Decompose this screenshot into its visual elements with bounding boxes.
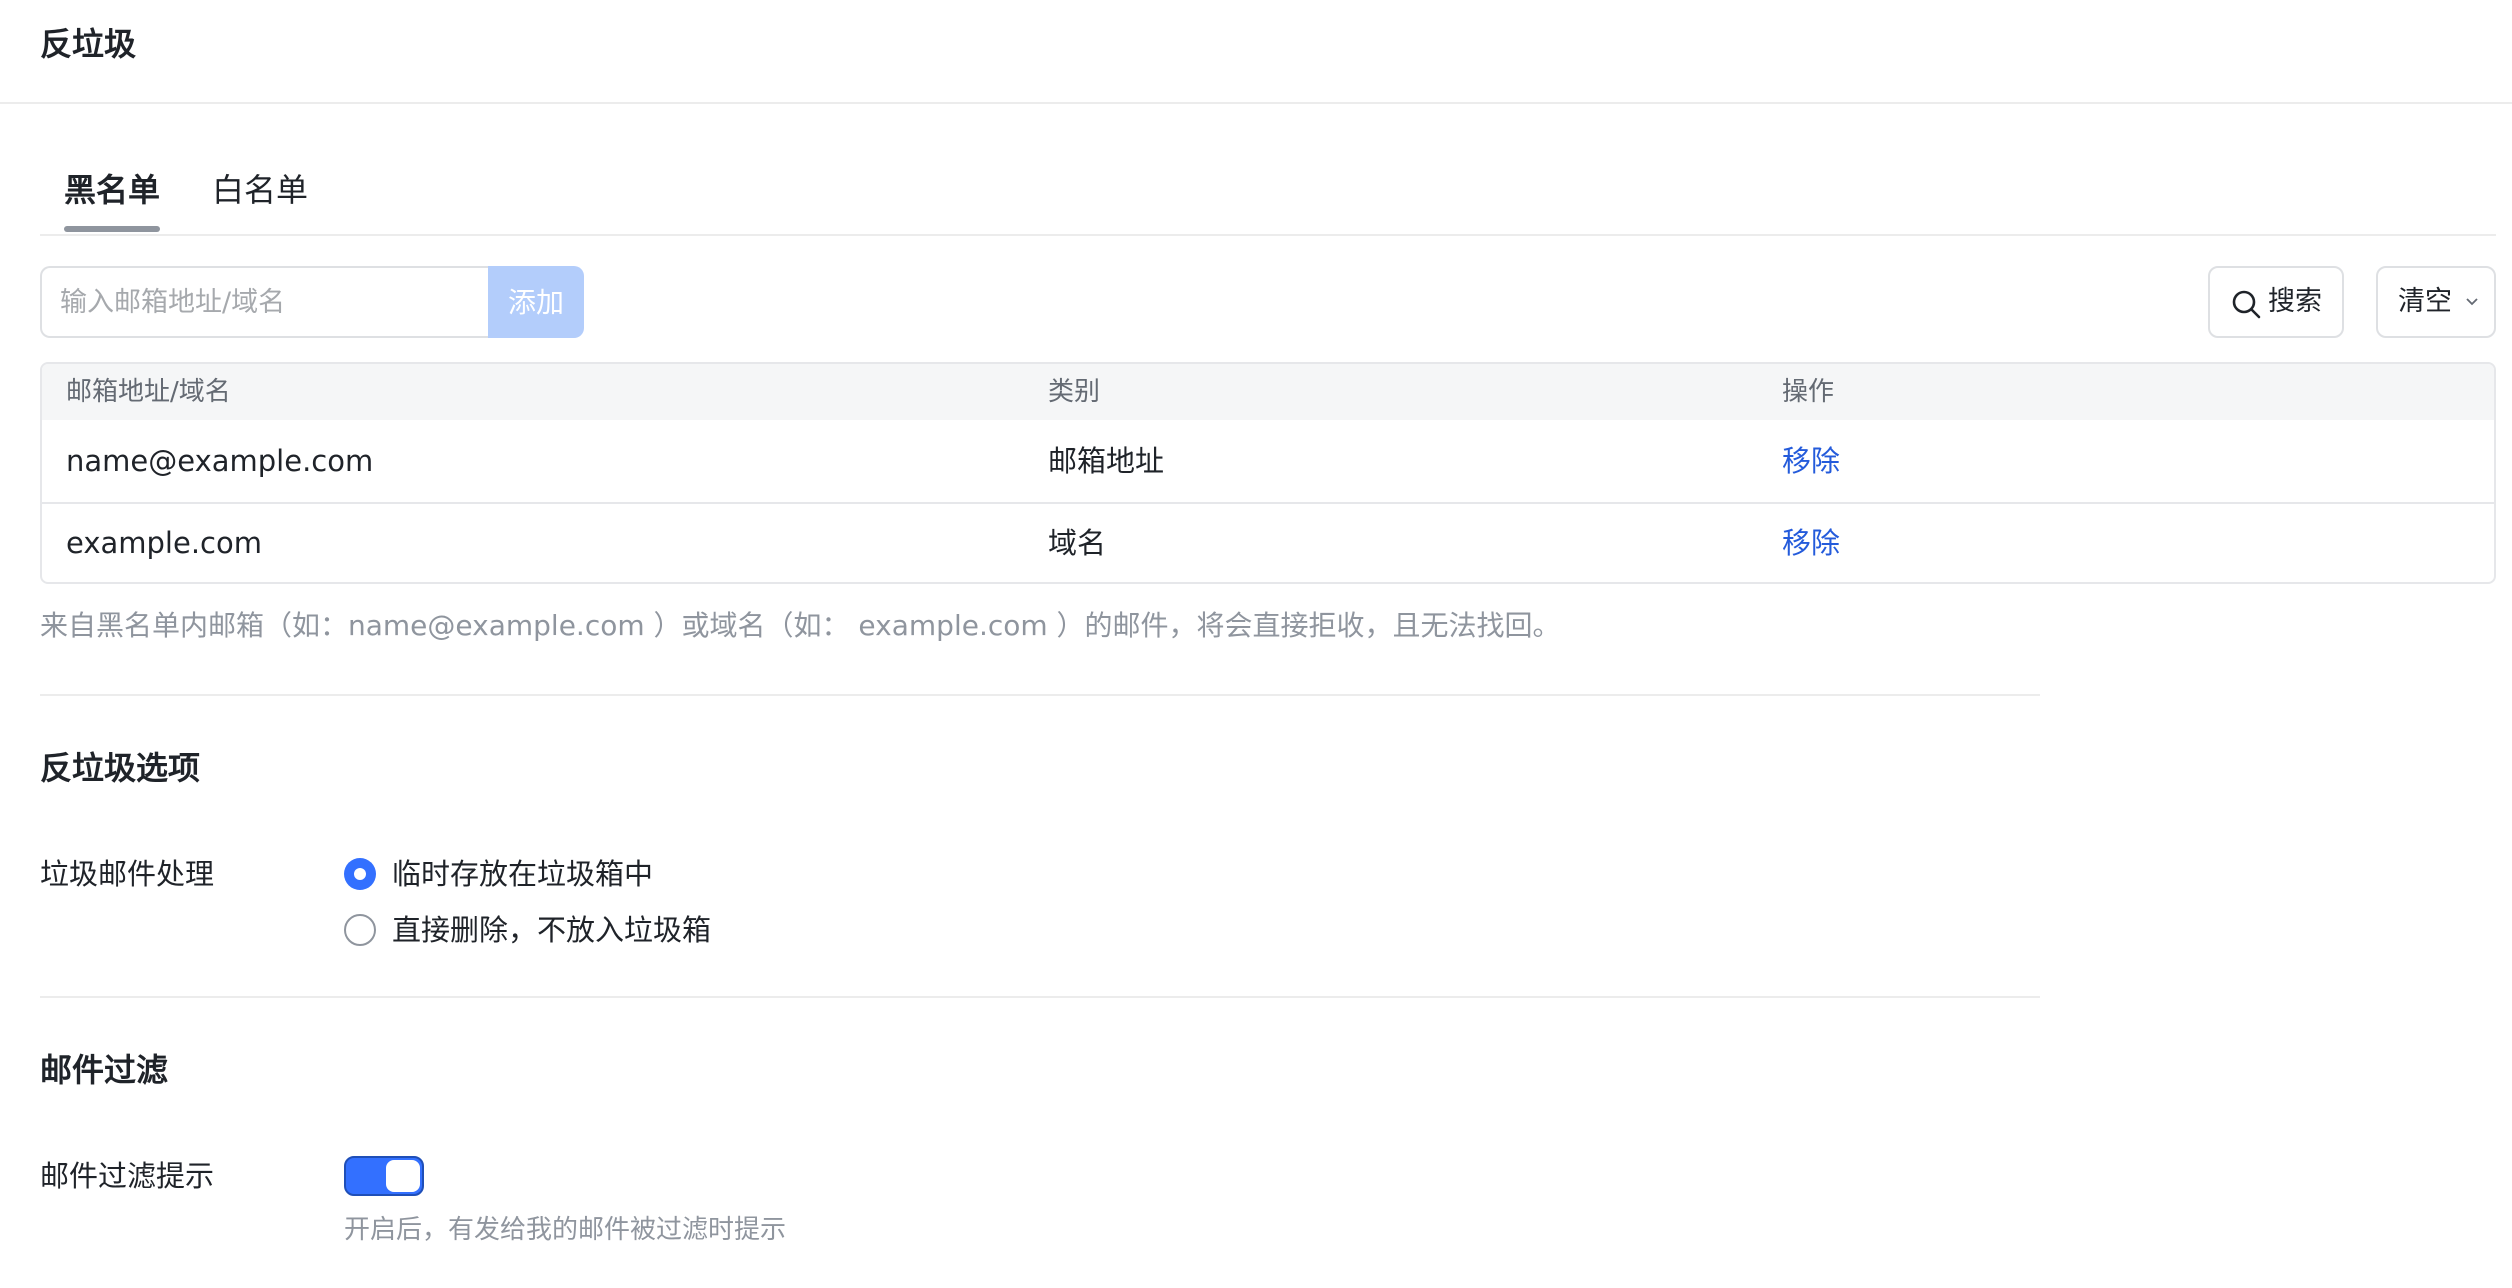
blacklist-hint: 来自黑名单内邮箱（如：name@example.com ）或域名（如： exam… <box>40 609 1561 642</box>
search-button[interactable]: 搜索 <box>2208 266 2344 338</box>
row-type: 邮箱地址 <box>1048 444 1165 478</box>
tab-blacklist[interactable]: 黑名单 <box>64 168 160 212</box>
section-divider <box>40 996 2040 998</box>
blacklist-table: 邮箱地址/域名 类别 操作 name@example.com 邮箱地址 移除 e… <box>40 362 2496 584</box>
radio-label: 直接删除，不放入垃圾箱 <box>392 913 712 947</box>
remove-link[interactable]: 移除 <box>1782 502 1840 582</box>
add-entry-group: 添加 <box>40 266 584 338</box>
table-header: 邮箱地址/域名 类别 操作 <box>42 364 2494 420</box>
mail-filter-hint-label: 邮件过滤提示 <box>40 1159 215 1193</box>
toggle-knob <box>386 1160 420 1192</box>
column-header-action: 操作 <box>1782 377 1835 407</box>
remove-link[interactable]: 移除 <box>1782 420 1840 502</box>
section-divider <box>40 694 2040 696</box>
mail-filter-title: 邮件过滤 <box>40 1051 169 1089</box>
chevron-down-icon <box>2466 298 2478 306</box>
mail-filter-toggle-hint: 开启后，有发给我的邮件被过滤时提示 <box>344 1215 787 1245</box>
radio-checked-icon[interactable] <box>344 858 376 890</box>
row-address: example.com <box>66 526 262 560</box>
spam-handling-label: 垃圾邮件处理 <box>40 857 215 891</box>
search-icon <box>2232 290 2261 319</box>
mail-filter-toggle[interactable] <box>344 1156 424 1196</box>
table-row: example.com 域名 移除 <box>42 502 2494 582</box>
table-row: name@example.com 邮箱地址 移除 <box>42 420 2494 504</box>
column-header-type: 类别 <box>1048 377 1101 407</box>
add-button[interactable]: 添加 <box>488 266 584 338</box>
antispam-options-title: 反垃圾选项 <box>40 749 201 787</box>
search-button-label: 搜索 <box>2268 286 2322 317</box>
active-tab-indicator <box>64 226 160 232</box>
page-title: 反垃圾 <box>40 25 137 63</box>
clear-button-label: 清空 <box>2398 286 2452 317</box>
clear-dropdown-button[interactable]: 清空 <box>2376 266 2496 338</box>
tab-whitelist[interactable]: 白名单 <box>212 168 308 212</box>
radio-label: 临时存放在垃圾箱中 <box>392 857 654 891</box>
list-tabs: 黑名单 白名单 <box>40 150 2496 236</box>
page-header: 反垃圾 <box>0 0 2512 104</box>
radio-unchecked-icon[interactable] <box>344 914 376 946</box>
anti-spam-page: 反垃圾 黑名单 白名单 添加 搜索 清空 邮箱地址/域名 类别 操作 name@… <box>0 0 2512 1288</box>
column-header-address: 邮箱地址/域名 <box>66 377 231 407</box>
row-address: name@example.com <box>66 444 374 478</box>
row-type: 域名 <box>1048 526 1107 560</box>
address-input[interactable] <box>40 266 488 338</box>
